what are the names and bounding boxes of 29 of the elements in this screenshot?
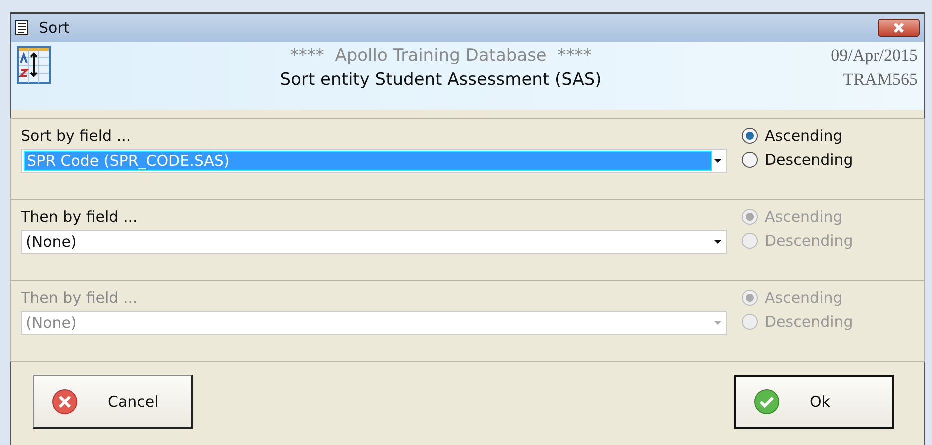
field-label: Then by field ... bbox=[21, 289, 139, 307]
field-dropdown[interactable]: (None) bbox=[21, 230, 727, 254]
dropdown-arrow-icon bbox=[712, 238, 724, 246]
field-dropdown[interactable]: SPR Code (SPR_CODE.SAS) bbox=[21, 149, 727, 173]
sort-order-radio[interactable]: Descending bbox=[741, 151, 854, 169]
field-label: Then by field ... bbox=[21, 208, 139, 226]
cancel-button[interactable]: Cancel bbox=[33, 375, 193, 429]
cancel-icon bbox=[52, 388, 78, 414]
database-title: **** Apollo Training Database **** bbox=[290, 46, 592, 66]
dropdown-arrow-icon bbox=[712, 157, 724, 165]
document-icon bbox=[15, 20, 31, 36]
sort-order-radio[interactable]: Ascending bbox=[741, 127, 854, 145]
sort-icon bbox=[17, 46, 51, 84]
radio-circle-icon bbox=[741, 313, 759, 331]
close-button[interactable] bbox=[878, 19, 920, 37]
dropdown-arrow-icon bbox=[712, 319, 724, 327]
radio-circle-icon bbox=[741, 127, 759, 145]
window-title: Sort bbox=[39, 19, 70, 37]
ok-button[interactable]: Ok bbox=[734, 375, 894, 429]
code-label: TRAM565 bbox=[843, 70, 918, 90]
date-label: 09/Apr/2015 bbox=[831, 46, 918, 66]
check-icon bbox=[754, 389, 780, 415]
radio-circle-icon bbox=[741, 208, 759, 226]
field-label: Sort by field ... bbox=[21, 127, 132, 145]
radio-circle-icon bbox=[741, 232, 759, 250]
close-icon bbox=[892, 23, 906, 33]
radio-circle-icon bbox=[741, 151, 759, 169]
radio-circle-icon bbox=[741, 289, 759, 307]
entity-title: Sort entity Student Assessment (SAS) bbox=[280, 70, 602, 90]
